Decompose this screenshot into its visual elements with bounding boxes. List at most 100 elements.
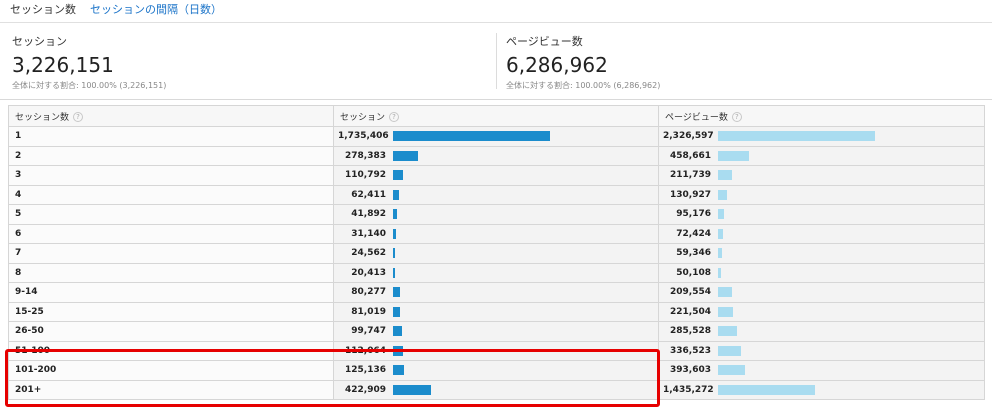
scorecard-subtext: 全体に対する割合: 100.00% (6,286,962) (506, 81, 661, 90)
session-bar (393, 287, 400, 298)
bar-track (393, 150, 553, 161)
table-row: 51-100 112,064 336,523 (8, 340, 985, 361)
metric-value: 130,927 (670, 189, 711, 200)
column-header-sessions[interactable]: セッション? (333, 105, 659, 127)
data-table: セッション数? セッション? ページビュー数? 1 1,735,406 2,326,… (8, 105, 985, 400)
scorecard-label: ページビュー数 (506, 35, 583, 48)
pageviews-cell: 209,554 (658, 282, 985, 303)
session-bar (393, 306, 400, 317)
sessions-cell: 62,411 (333, 184, 659, 205)
pageview-bar (718, 189, 727, 200)
row-dimension: 26-50 (8, 321, 334, 342)
metric-value: 1,435,272 (663, 384, 714, 395)
bar-track (718, 170, 878, 181)
bar-track (393, 326, 553, 337)
column-header-pageviews[interactable]: ページビュー数? (658, 105, 985, 127)
table-row: 1 1,735,406 2,326,597 (8, 126, 985, 147)
pageview-bar (718, 345, 741, 356)
pageview-bar (718, 150, 749, 161)
bar-track (718, 345, 878, 356)
table-body: 1 1,735,406 2,326,597 2 278,383 458,661 3 110,7… (8, 126, 985, 400)
row-dimension: 8 (8, 262, 334, 283)
help-icon[interactable]: ? (73, 112, 84, 122)
table-row: 6 31,140 72,424 (8, 223, 985, 244)
bar-track (393, 170, 553, 181)
metric-value: 59,346 (676, 248, 711, 259)
metric-value: 24,562 (351, 248, 386, 259)
column-header-session-count[interactable]: セッション数? (8, 105, 334, 127)
tab-days-since-last-session[interactable]: セッションの間隔（日数） (90, 2, 222, 22)
metric-value: 2,326,597 (663, 131, 714, 142)
help-icon[interactable]: ? (389, 112, 400, 122)
scorecard-value: 6,286,962 (506, 53, 608, 77)
metric-value: 393,603 (670, 365, 711, 376)
bar-track (393, 189, 553, 200)
help-icon[interactable]: ? (731, 112, 742, 122)
session-bar (393, 384, 431, 395)
metric-value: 110,792 (345, 170, 386, 181)
sessions-cell: 41,892 (333, 204, 659, 225)
bar-track (393, 345, 553, 356)
bar-track (718, 209, 878, 220)
metric-value: 125,136 (345, 365, 386, 376)
table-header-row: セッション数? セッション? ページビュー数? (8, 105, 985, 127)
metric-value: 31,140 (351, 228, 386, 239)
table-row: 9-14 80,277 209,554 (8, 282, 985, 303)
table-row: 7 24,562 59,346 (8, 243, 985, 264)
bar-track (718, 287, 878, 298)
metric-value: 20,413 (351, 267, 386, 278)
sessions-cell: 125,136 (333, 360, 659, 381)
pageviews-cell: 221,504 (658, 301, 985, 322)
bar-track (718, 306, 878, 317)
metric-value: 422,909 (345, 384, 386, 395)
bar-track (393, 267, 553, 278)
row-dimension: 6 (8, 223, 334, 244)
metric-value: 80,277 (351, 287, 386, 298)
pageviews-cell: 59,346 (658, 243, 985, 264)
scorecard-subtext: 全体に対する割合: 100.00% (3,226,151) (12, 81, 167, 90)
pageview-bar (718, 326, 737, 337)
table-row: 5 41,892 95,176 (8, 204, 985, 225)
sessions-cell: 422,909 (333, 379, 659, 400)
bar-track (718, 365, 878, 376)
bar-track (393, 365, 553, 376)
bar-track (718, 150, 878, 161)
metric-value: 81,019 (351, 306, 386, 317)
sessions-cell: 278,383 (333, 145, 659, 166)
tab-session-count[interactable]: セッション数 (10, 2, 76, 22)
pageview-bar (718, 170, 732, 181)
session-bar (393, 345, 403, 356)
pageview-bar (718, 287, 732, 298)
table-row: 2 278,383 458,661 (8, 145, 985, 166)
row-dimension: 15-25 (8, 301, 334, 322)
table-row: 8 20,413 50,108 (8, 262, 985, 283)
bar-track (718, 384, 878, 395)
pageview-bar (718, 306, 733, 317)
sessions-cell: 24,562 (333, 243, 659, 264)
metric-value: 99,747 (351, 326, 386, 337)
row-dimension: 3 (8, 165, 334, 186)
summary-divider (0, 99, 992, 100)
pageviews-cell: 2,326,597 (658, 126, 985, 147)
table-row: 4 62,411 130,927 (8, 184, 985, 205)
pageviews-cell: 458,661 (658, 145, 985, 166)
bar-track (393, 209, 553, 220)
row-dimension: 201+ (8, 379, 334, 400)
row-dimension: 7 (8, 243, 334, 264)
table-row: 26-50 99,747 285,528 (8, 321, 985, 342)
pageviews-cell: 72,424 (658, 223, 985, 244)
pageviews-cell: 211,739 (658, 165, 985, 186)
row-dimension: 5 (8, 204, 334, 225)
bar-track (393, 228, 553, 239)
sessions-cell: 99,747 (333, 321, 659, 342)
pageview-bar (718, 209, 724, 220)
table-row: 101-200 125,136 393,603 (8, 360, 985, 381)
row-dimension: 101-200 (8, 360, 334, 381)
summary-scorecards: セッション 3,226,151 全体に対する割合: 100.00% (3,226… (0, 23, 992, 99)
sessions-cell: 20,413 (333, 262, 659, 283)
scorecard-sessions: セッション 3,226,151 全体に対する割合: 100.00% (3,226… (12, 33, 166, 91)
sessions-cell: 31,140 (333, 223, 659, 244)
metric-value: 112,064 (345, 345, 386, 356)
session-bar (393, 228, 396, 239)
metric-value: 209,554 (670, 287, 711, 298)
